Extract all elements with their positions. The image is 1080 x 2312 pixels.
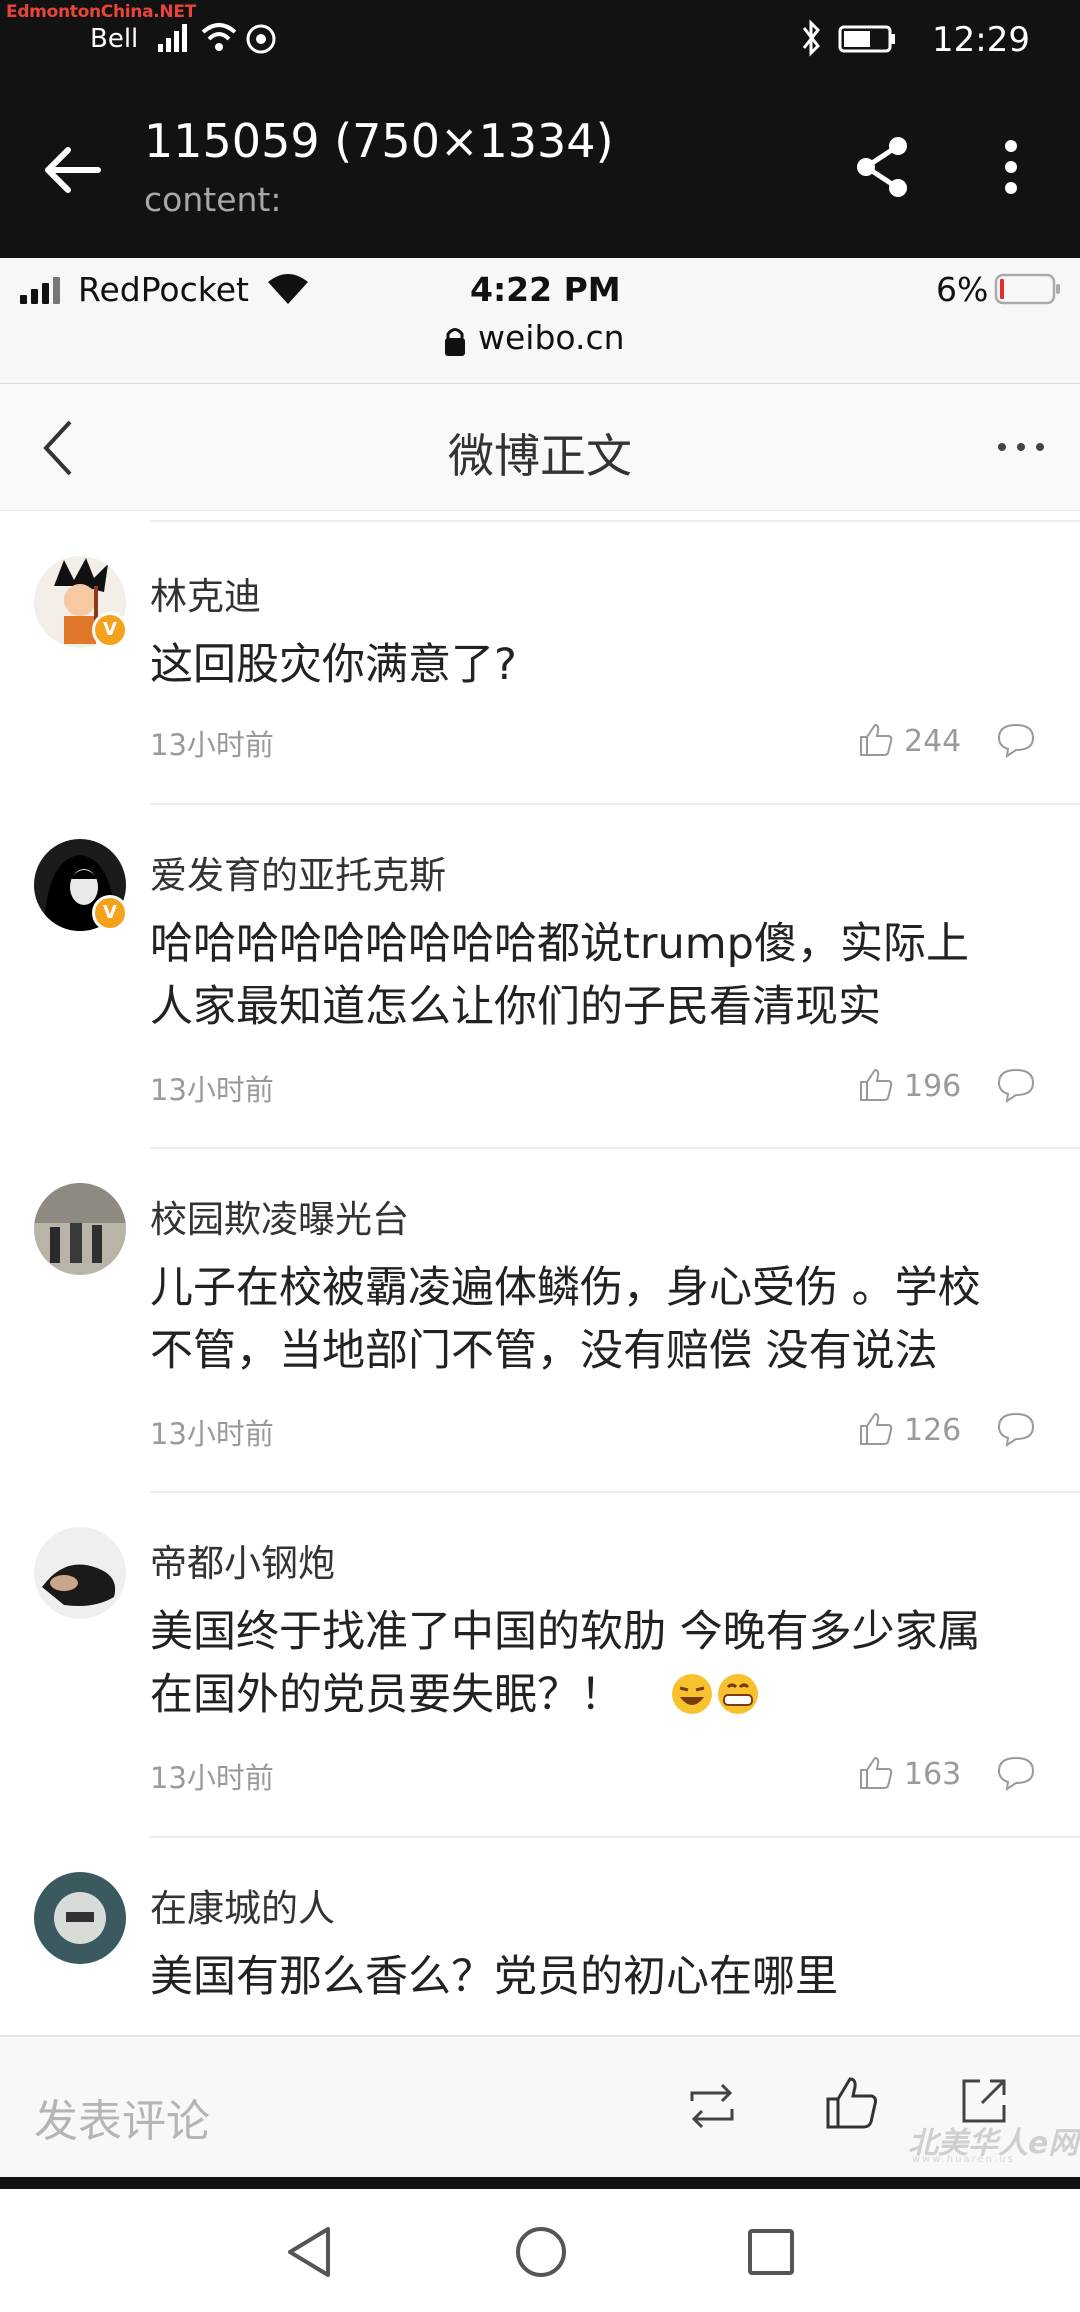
repost-icon[interactable]	[684, 2081, 740, 2131]
like-icon[interactable]	[858, 1755, 894, 1791]
bottom-separator	[0, 2177, 1080, 2189]
like-count: 126	[904, 1413, 962, 1448]
comment-icon[interactable]	[996, 1411, 1036, 1447]
avatar-photo-image	[42, 1564, 116, 1606]
site-watermark-url: www.huaren.us	[912, 2154, 1015, 2165]
verified-badge: V	[92, 612, 128, 648]
comment-time: 13小时前	[150, 1761, 274, 1795]
ios-battery-percent: 6%	[936, 270, 989, 309]
like-icon[interactable]	[858, 1067, 894, 1103]
avatar[interactable]	[34, 1183, 126, 1275]
nav-home-icon[interactable]	[514, 2225, 568, 2279]
share-icon[interactable]	[848, 132, 918, 202]
outer-status-bar: EdmontonChina.NET Bell 12:29	[0, 0, 1080, 80]
username[interactable]: 林克迪	[150, 566, 261, 620]
comment-time: 13小时前	[150, 1417, 274, 1451]
battery-icon	[838, 25, 895, 53]
ios-signal-icon	[20, 277, 60, 304]
bluetooth-icon	[802, 19, 820, 57]
ios-carrier: RedPocket	[78, 270, 249, 309]
laughing-emoji-icon	[672, 1674, 758, 1714]
weibo-header: 微博正文	[0, 383, 1080, 511]
comment-text: 这回股灾你满意了?	[150, 640, 517, 690]
android-nav-bar	[0, 2189, 1080, 2312]
wifi-icon	[201, 23, 237, 51]
avatar[interactable]	[34, 1527, 126, 1619]
comment-icon[interactable]	[996, 1067, 1036, 1103]
comment-divider	[150, 1836, 1080, 1838]
comment-divider	[150, 520, 1080, 522]
comment-divider	[150, 1147, 1080, 1149]
username[interactable]: 在康城的人	[150, 1878, 335, 1932]
nav-back-icon[interactable]	[284, 2225, 334, 2279]
like-count: 196	[904, 1069, 962, 1104]
image-title: 115059 (750×1334)	[144, 114, 614, 168]
image-viewer-app-bar: 115059 (750×1334) content:	[0, 80, 1080, 258]
username[interactable]: 校园欺凌曝光台	[150, 1189, 409, 1243]
comment-text-line-1: 儿子在校被霸凌遍体鳞伤，身心受伤 。学校	[150, 1263, 981, 1313]
like-icon[interactable]	[858, 722, 894, 758]
ellipsis-icon[interactable]	[996, 440, 1046, 454]
more-icon[interactable]	[986, 132, 1036, 202]
comment-time: 13小时前	[150, 728, 274, 762]
avatar-meter-image	[54, 1892, 106, 1944]
chrome-icon	[246, 24, 276, 54]
comment-time: 13小时前	[150, 1073, 274, 1107]
comment-icon[interactable]	[996, 1755, 1036, 1791]
avatar-photo-image	[34, 1183, 126, 1263]
like-icon[interactable]	[858, 1411, 894, 1447]
nav-recents-icon[interactable]	[746, 2227, 796, 2277]
comment-text-line-1: 美国终于找准了中国的软肋 今晚有多少家属	[150, 1607, 981, 1657]
verified-badge: V	[92, 895, 128, 931]
avatar[interactable]	[34, 1872, 126, 1964]
carrier-label: Bell	[90, 24, 139, 54]
status-clock: 12:29	[932, 20, 1030, 60]
like-count: 244	[904, 724, 962, 759]
page-title: 微博正文	[448, 429, 632, 483]
top-watermark: EdmontonChina.NET	[6, 2, 196, 22]
ios-battery-icon	[994, 273, 1060, 305]
ios-status-bar: RedPocket 4:22 PM 6% weibo.cn	[0, 258, 1080, 383]
comment-divider	[150, 803, 1080, 805]
comment-input[interactable]: 发表评论	[34, 2085, 210, 2149]
lock-icon	[445, 328, 465, 356]
comment-text: 美国有那么香么？党员的初心在哪里	[150, 1952, 838, 2002]
comment-divider	[150, 1491, 1080, 1493]
comment-text-line-2: 人家最知道怎么让你们的子民看清现实	[150, 982, 881, 1032]
username[interactable]: 帝都小钢炮	[150, 1533, 335, 1587]
like-count: 163	[904, 1757, 962, 1792]
cell-signal-icon	[158, 24, 187, 52]
url-display[interactable]: weibo.cn	[478, 318, 625, 357]
like-icon[interactable]	[824, 2075, 880, 2131]
ios-time: 4:22 PM	[470, 270, 621, 309]
back-arrow-icon[interactable]	[38, 135, 108, 205]
username[interactable]: 爱发育的亚托克斯	[150, 845, 446, 899]
comment-text-line-1: 哈哈哈哈哈哈哈哈哈都说trump傻，实际上	[150, 919, 969, 969]
comment-text-line-2: 在国外的党员要失眠？！	[150, 1670, 623, 1720]
comment-icon[interactable]	[996, 722, 1036, 758]
comment-text-line-2: 不管，当地部门不管，没有赔偿 没有说法	[150, 1326, 938, 1376]
ios-wifi-icon	[268, 274, 308, 304]
image-subtitle: content:	[144, 180, 282, 219]
